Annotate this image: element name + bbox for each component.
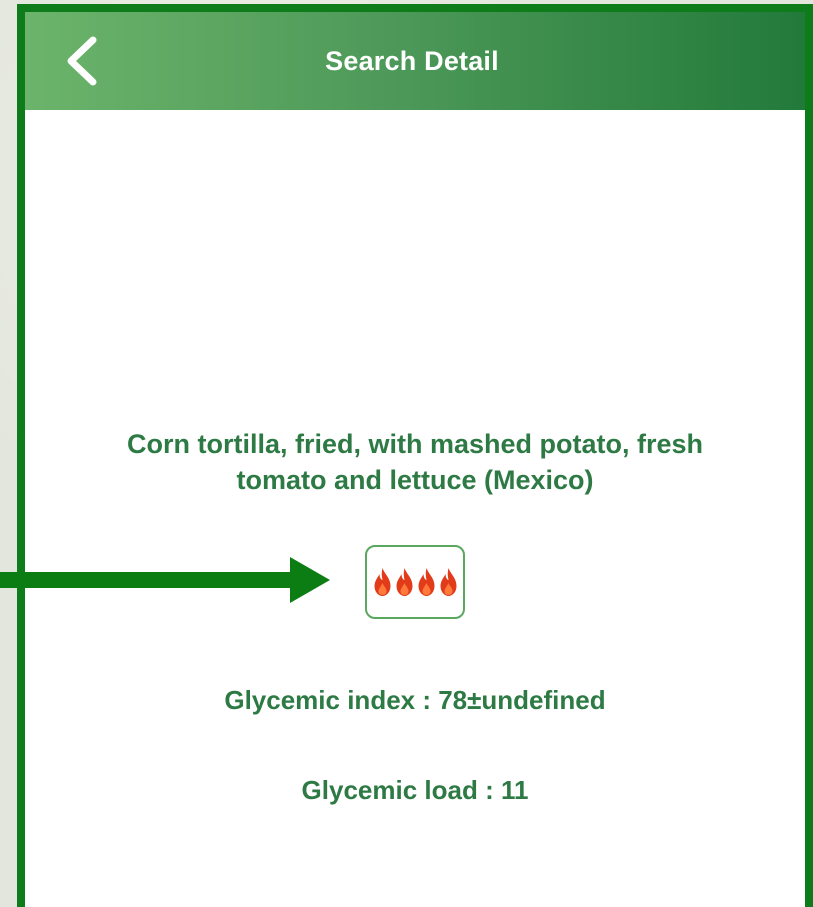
food-name: Corn tortilla, fried, with mashed potato… <box>126 429 704 495</box>
flame-icon <box>418 568 434 596</box>
header-title: Search Detail <box>325 45 499 76</box>
annotation-arrow <box>0 557 330 603</box>
glycemic-load-text: Glycemic load : 11 <box>301 775 529 805</box>
flame-icon <box>440 568 456 596</box>
flame-icon <box>374 568 390 596</box>
app-header: Search Detail <box>25 12 805 110</box>
arrow-right-icon <box>0 557 330 603</box>
flame-icon <box>396 568 412 596</box>
gi-level-badge <box>365 545 465 619</box>
detail-content: Corn tortilla, fried, with mashed potato… <box>25 110 805 907</box>
chevron-left-icon <box>67 36 97 86</box>
app-screen: Search Detail Corn tortilla, fried, with… <box>17 4 813 907</box>
glycemic-index-text: Glycemic index : 78±undefined <box>224 685 606 715</box>
back-button[interactable] <box>59 34 107 88</box>
